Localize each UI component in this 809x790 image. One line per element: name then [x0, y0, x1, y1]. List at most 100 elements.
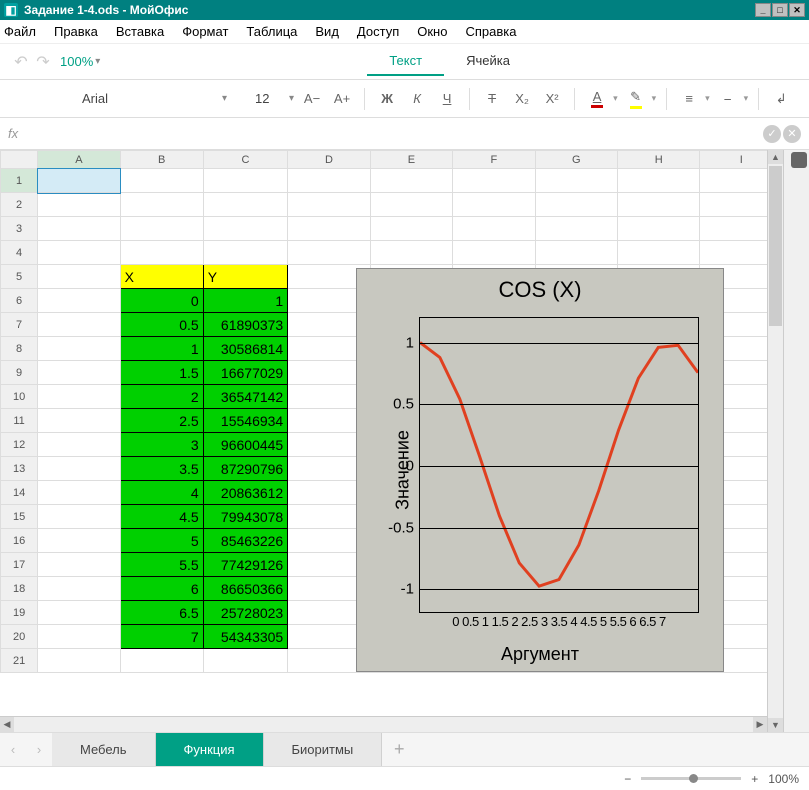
- cell-C5[interactable]: Y: [203, 265, 288, 289]
- close-button[interactable]: ✕: [789, 3, 805, 17]
- row-header-13[interactable]: 13: [1, 457, 38, 481]
- cell-D4[interactable]: [288, 241, 370, 265]
- sheet-view[interactable]: ABCDEFGHI12345XY60170.561890373813058681…: [0, 150, 783, 732]
- strike-button[interactable]: Т: [480, 87, 504, 111]
- cell-C4[interactable]: [203, 241, 288, 265]
- minimize-button[interactable]: _: [755, 3, 771, 17]
- cell-C12[interactable]: 96600445: [203, 433, 288, 457]
- row-header-17[interactable]: 17: [1, 553, 38, 577]
- cell-A7[interactable]: [38, 313, 120, 337]
- cell-C15[interactable]: 79943078: [203, 505, 288, 529]
- cell-A12[interactable]: [38, 433, 120, 457]
- cell-C2[interactable]: [203, 193, 288, 217]
- cell-C18[interactable]: 86650366: [203, 577, 288, 601]
- cell-A21[interactable]: [38, 649, 120, 673]
- subscript-button[interactable]: X₂: [510, 87, 534, 111]
- cell-A2[interactable]: [38, 193, 120, 217]
- scroll-right-icon[interactable]: ▶: [753, 717, 767, 732]
- font-color-dropdown-icon[interactable]: ▾: [613, 93, 618, 104]
- cell-A13[interactable]: [38, 457, 120, 481]
- formula-cancel-button[interactable]: ✕: [783, 125, 801, 143]
- superscript-button[interactable]: X²: [540, 87, 564, 111]
- row-header-4[interactable]: 4: [1, 241, 38, 265]
- col-header-A[interactable]: A: [38, 151, 120, 169]
- cell-H3[interactable]: [618, 217, 700, 241]
- vertical-scroll-thumb[interactable]: [769, 166, 782, 326]
- cell-B8[interactable]: 1: [120, 337, 203, 361]
- wrap-button[interactable]: ↲: [769, 87, 793, 111]
- col-header-C[interactable]: C: [203, 151, 288, 169]
- size-dropdown-icon[interactable]: ▾: [289, 93, 294, 104]
- maximize-button[interactable]: □: [772, 3, 788, 17]
- align-v-button[interactable]: ⎯: [716, 87, 740, 111]
- cell-C3[interactable]: [203, 217, 288, 241]
- context-tab-cell[interactable]: Ячейка: [444, 47, 532, 76]
- comment-icon[interactable]: [791, 152, 807, 168]
- cell-G3[interactable]: [535, 217, 617, 241]
- cell-H1[interactable]: [618, 169, 700, 193]
- menu-access[interactable]: Доступ: [357, 22, 399, 41]
- cell-E1[interactable]: [370, 169, 452, 193]
- highlight-dropdown-icon[interactable]: ▾: [652, 93, 657, 104]
- cell-C6[interactable]: 1: [203, 289, 288, 313]
- horizontal-scrollbar[interactable]: ◀ ▶: [0, 716, 767, 732]
- cell-A9[interactable]: [38, 361, 120, 385]
- cell-F1[interactable]: [453, 169, 535, 193]
- cell-G4[interactable]: [535, 241, 617, 265]
- cell-B1[interactable]: [120, 169, 203, 193]
- context-tab-text[interactable]: Текст: [367, 47, 444, 76]
- cell-C7[interactable]: 61890373: [203, 313, 288, 337]
- cell-D1[interactable]: [288, 169, 370, 193]
- cell-E4[interactable]: [370, 241, 452, 265]
- formula-accept-button[interactable]: ✓: [763, 125, 781, 143]
- col-header-F[interactable]: F: [453, 151, 535, 169]
- cell-B15[interactable]: 4.5: [120, 505, 203, 529]
- cell-B18[interactable]: 6: [120, 577, 203, 601]
- menu-table[interactable]: Таблица: [246, 22, 297, 41]
- zoom-dropdown-icon[interactable]: ▾: [95, 56, 100, 67]
- decrease-font-button[interactable]: A−: [300, 87, 324, 111]
- undo-button[interactable]: ↶: [10, 51, 32, 73]
- row-header-20[interactable]: 20: [1, 625, 38, 649]
- cell-C19[interactable]: 25728023: [203, 601, 288, 625]
- cell-B7[interactable]: 0.5: [120, 313, 203, 337]
- cell-B9[interactable]: 1.5: [120, 361, 203, 385]
- cell-C21[interactable]: [203, 649, 288, 673]
- cell-A20[interactable]: [38, 625, 120, 649]
- cell-H2[interactable]: [618, 193, 700, 217]
- cell-C16[interactable]: 85463226: [203, 529, 288, 553]
- cell-C8[interactable]: 30586814: [203, 337, 288, 361]
- scroll-up-icon[interactable]: ▲: [768, 150, 783, 164]
- cell-B21[interactable]: [120, 649, 203, 673]
- row-header-9[interactable]: 9: [1, 361, 38, 385]
- cell-B20[interactable]: 7: [120, 625, 203, 649]
- row-header-16[interactable]: 16: [1, 529, 38, 553]
- cell-B14[interactable]: 4: [120, 481, 203, 505]
- cell-G1[interactable]: [535, 169, 617, 193]
- formula-input[interactable]: [24, 122, 757, 146]
- col-header-D[interactable]: D: [288, 151, 370, 169]
- menu-window[interactable]: Окно: [417, 22, 447, 41]
- align-h-dropdown-icon[interactable]: ▾: [705, 93, 710, 104]
- cell-A4[interactable]: [38, 241, 120, 265]
- row-header-14[interactable]: 14: [1, 481, 38, 505]
- row-header-11[interactable]: 11: [1, 409, 38, 433]
- cell-C11[interactable]: 15546934: [203, 409, 288, 433]
- zoom-value[interactable]: 100%: [60, 54, 93, 69]
- cell-B2[interactable]: [120, 193, 203, 217]
- col-header-H[interactable]: H: [618, 151, 700, 169]
- row-header-5[interactable]: 5: [1, 265, 38, 289]
- row-header-2[interactable]: 2: [1, 193, 38, 217]
- cell-B4[interactable]: [120, 241, 203, 265]
- menu-insert[interactable]: Вставка: [116, 22, 164, 41]
- row-header-19[interactable]: 19: [1, 601, 38, 625]
- underline-button[interactable]: Ч: [435, 87, 459, 111]
- cell-B12[interactable]: 3: [120, 433, 203, 457]
- cell-B5[interactable]: X: [120, 265, 203, 289]
- row-header-3[interactable]: 3: [1, 217, 38, 241]
- italic-button[interactable]: К: [405, 87, 429, 111]
- cell-B6[interactable]: 0: [120, 289, 203, 313]
- tab-nav-next[interactable]: ›: [26, 733, 52, 766]
- cell-A3[interactable]: [38, 217, 120, 241]
- cell-A16[interactable]: [38, 529, 120, 553]
